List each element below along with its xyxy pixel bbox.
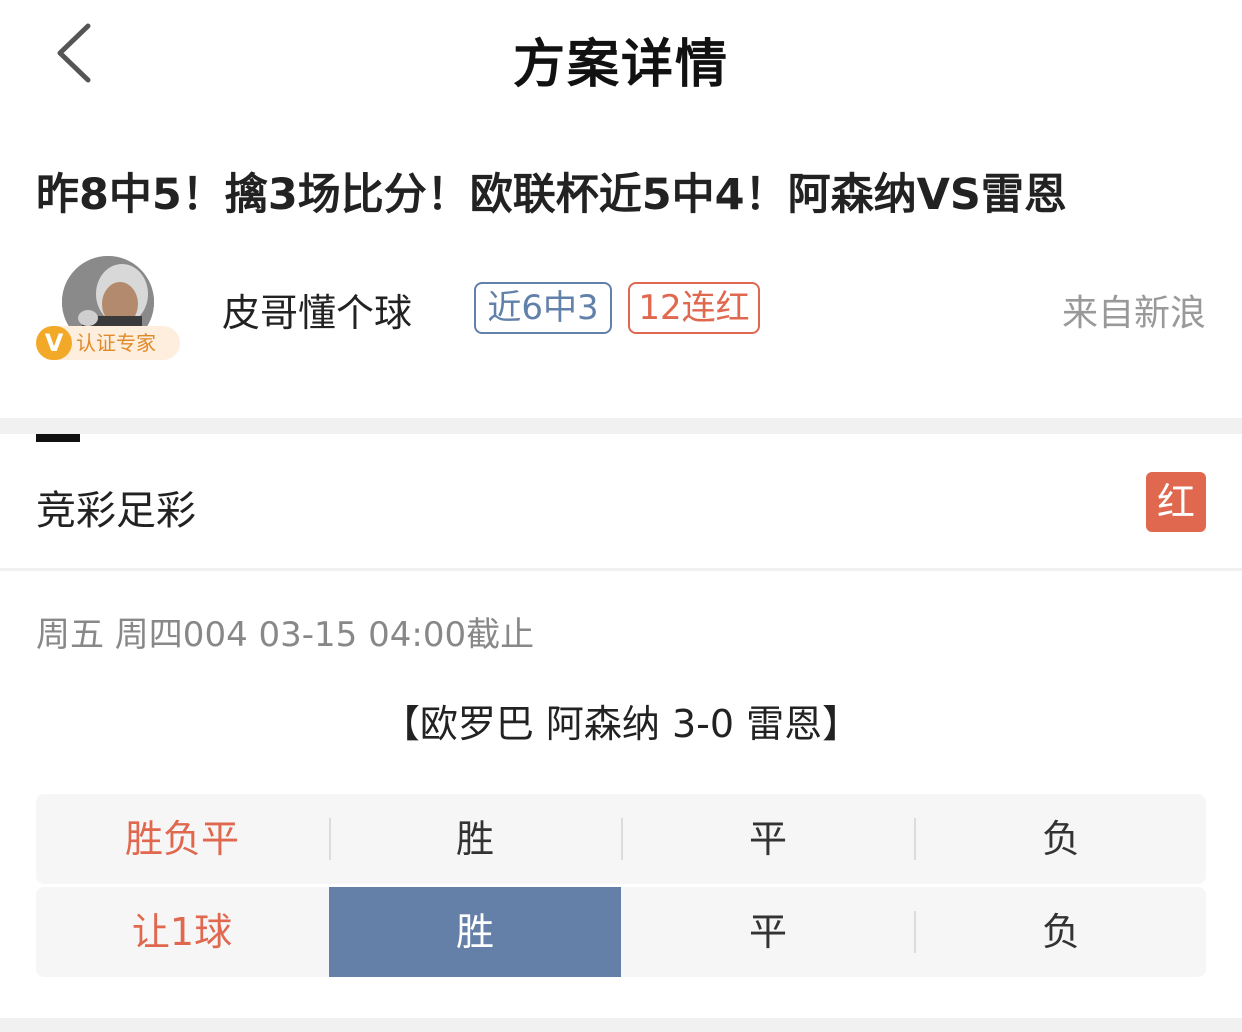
page-title: 方案详情 <box>512 35 729 95</box>
odds-row-label: 让1球 <box>131 910 233 954</box>
tab-indicator <box>36 434 80 442</box>
result-badge: 红 <box>1146 472 1206 532</box>
odds-option-win[interactable]: 胜 <box>329 794 621 884</box>
source-label: 来自新浪 <box>1061 293 1206 334</box>
cert-label: 认证专家 <box>76 331 156 355</box>
v-badge-icon: V <box>36 326 72 360</box>
match-title: 【欧罗巴 阿森纳 3-0 雷恩】 <box>381 702 861 746</box>
odds-row-label: 胜负平 <box>124 817 239 861</box>
odds-row-handicap: 让1球 胜 平 负 <box>36 887 1206 977</box>
certified-expert-badge: V 认证专家 <box>36 326 180 360</box>
odds-option-win-selected[interactable]: 胜 <box>329 887 621 977</box>
record-badge: 近6中3 <box>474 282 612 334</box>
odds-option-lose[interactable]: 负 <box>915 887 1207 977</box>
divider <box>0 568 1242 571</box>
nav-bar: 方案详情 <box>0 0 1242 110</box>
lottery-type-label: 竞彩足彩 <box>36 488 196 534</box>
match-meta: 周五 周四004 03-15 04:00截止 <box>36 615 535 655</box>
odds-option-lose[interactable]: 负 <box>915 794 1207 884</box>
streak-badge: 12连红 <box>628 282 760 334</box>
article-headline: 昨8中5！擒3场比分！欧联杯近5中4！阿森纳VS雷恩 <box>36 170 1067 220</box>
odds-row-win-draw-lose: 胜负平 胜 平 负 <box>36 794 1206 884</box>
odds-option-draw[interactable]: 平 <box>622 887 914 977</box>
section-divider <box>0 418 1242 434</box>
author-name[interactable]: 皮哥懂个球 <box>222 282 412 337</box>
section-divider <box>0 1018 1242 1032</box>
odds-option-draw[interactable]: 平 <box>622 794 914 884</box>
